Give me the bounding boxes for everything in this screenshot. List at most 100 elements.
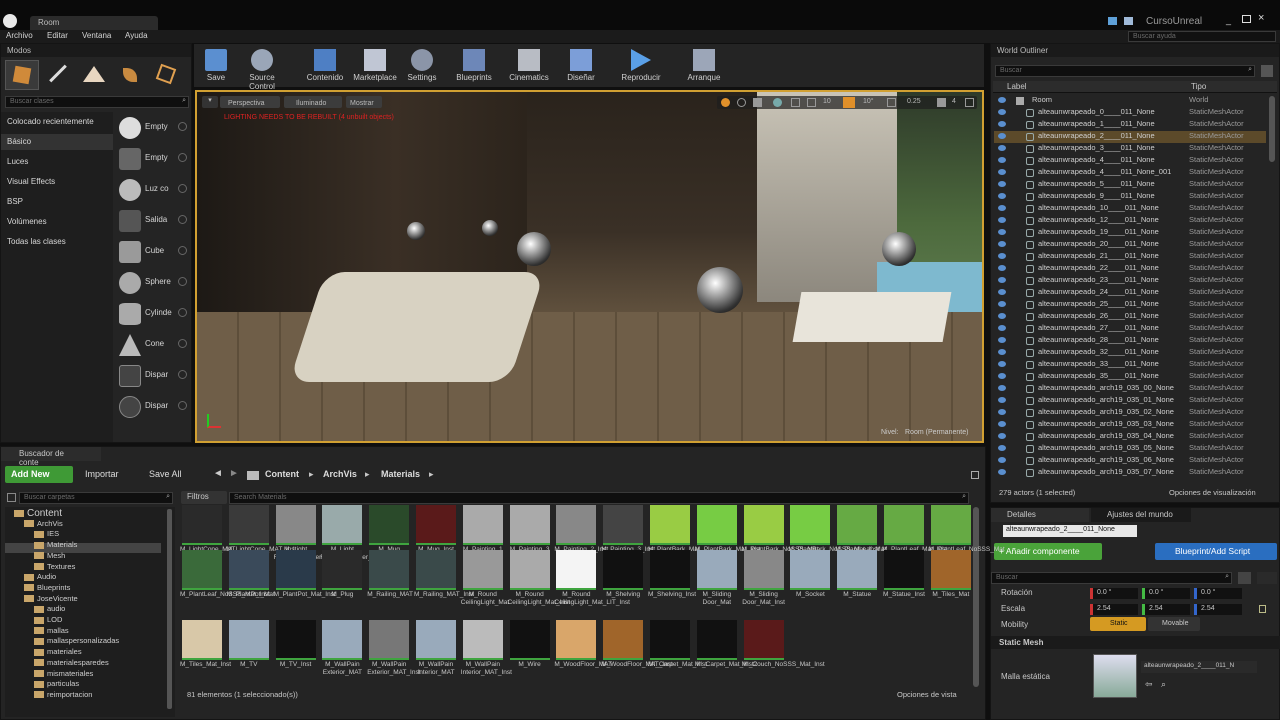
folder-item[interactable]: particulas — [34, 679, 79, 688]
maximize-viewport-icon[interactable] — [965, 98, 974, 107]
asset-tile[interactable]: M_Statue_Inst — [882, 550, 926, 599]
breadcrumb-content[interactable]: Content — [265, 469, 299, 479]
lock-scale-icon[interactable] — [1259, 605, 1266, 613]
source-control-button[interactable]: Source Control — [236, 47, 288, 91]
outliner-root-row[interactable]: Room World — [994, 95, 1266, 107]
category-basic[interactable]: Básico — [7, 137, 31, 146]
asset-tile[interactable]: M_WallPain Exterior_MAT_Inst — [367, 620, 421, 677]
play-button[interactable]: Reproducir — [618, 47, 664, 85]
visibility-eye-icon[interactable] — [998, 229, 1006, 235]
folder-icon[interactable] — [247, 471, 259, 480]
help-icon[interactable] — [178, 246, 187, 255]
outliner-row[interactable]: alteaunwrapeado_24____011_None StaticMesh… — [994, 287, 1266, 299]
modes-tab[interactable]: Modos — [1, 44, 191, 57]
details-view-icon[interactable] — [1257, 572, 1277, 584]
visibility-eye-icon[interactable] — [998, 397, 1006, 403]
visibility-eye-icon[interactable] — [998, 349, 1006, 355]
scale-snap-icon[interactable] — [887, 98, 896, 107]
perspective-button[interactable]: Perspectiva — [220, 96, 280, 108]
category-volumes[interactable]: Volúmenes — [7, 217, 47, 226]
folder-search-input[interactable]: Buscar carpetas ⌕ — [19, 492, 173, 504]
outliner-view-options[interactable]: Opciones de visualización — [1169, 488, 1256, 497]
visibility-eye-icon[interactable] — [998, 97, 1006, 103]
visibility-eye-icon[interactable] — [998, 337, 1006, 343]
asset-tile[interactable]: MI_Couch_NoSSS_Mat_Inst — [742, 620, 825, 669]
asset-search-input[interactable]: Search Materials ⌕ — [229, 492, 969, 504]
import-button[interactable]: Importar — [83, 466, 141, 483]
class-item-sphere[interactable]: Sphere — [115, 269, 191, 297]
asset-tile[interactable]: M_WallPain Exterior_MAT — [320, 620, 364, 677]
settings-button[interactable]: Settings — [399, 47, 445, 85]
visibility-eye-icon[interactable] — [998, 409, 1006, 415]
asset-tile[interactable]: M_Socket — [788, 550, 832, 599]
outliner-row[interactable]: alteaunwrapeado_3____011_None StaticMeshA… — [994, 143, 1266, 155]
asset-tile[interactable]: M_Mug — [367, 505, 411, 554]
scale-icon[interactable] — [753, 98, 762, 107]
visibility-eye-icon[interactable] — [998, 469, 1006, 475]
asset-tile[interactable]: M_Tiles_Mat — [929, 550, 973, 599]
use-selected-arrow-icon[interactable]: ⇦ — [1145, 679, 1153, 690]
scale-z-field[interactable]: 2.54 — [1194, 604, 1242, 615]
asset-tile[interactable]: M_PlantBark_Mat_Inst — [695, 505, 761, 554]
history-back-icon[interactable]: ◄ — [213, 468, 223, 479]
asset-tile[interactable]: M_Shelving_Inst — [648, 550, 696, 599]
asset-tile[interactable]: M_Railing_MAT_Inst — [414, 550, 474, 599]
category-recent[interactable]: Colocado recientemente — [7, 117, 94, 126]
asset-tile[interactable]: M_Mug_Inst — [414, 505, 458, 554]
outliner-row[interactable]: alteaunwrapeado_5____011_None StaticMeshA… — [994, 179, 1266, 191]
outliner-search-input[interactable]: Buscar ⌕ — [995, 65, 1255, 77]
visibility-eye-icon[interactable] — [998, 289, 1006, 295]
maximize-button[interactable] — [1242, 15, 1251, 23]
outliner-row[interactable]: alteaunwrapeado_arch19_035_01_None Static… — [994, 395, 1266, 407]
breadcrumb-materials[interactable]: Materials — [381, 469, 420, 479]
visibility-eye-icon[interactable] — [998, 421, 1006, 427]
asset-tile[interactable]: M_Painting_3_Inst — [601, 505, 655, 554]
world-settings-tab[interactable]: Ajustes del mundo — [1091, 508, 1191, 522]
visibility-eye-icon[interactable] — [998, 241, 1006, 247]
class-item-cylinder[interactable]: Cylinde — [115, 300, 191, 328]
help-icon[interactable] — [178, 215, 187, 224]
minimize-button[interactable]: _ — [1226, 15, 1236, 25]
visibility-eye-icon[interactable] — [998, 109, 1006, 115]
outliner-row[interactable]: alteaunwrapeado_4____011_None StaticMeshA… — [994, 155, 1266, 167]
class-item-box-trigger[interactable]: Dispar — [115, 362, 191, 390]
lit-button[interactable]: Iluminado — [284, 96, 342, 108]
asset-tile[interactable]: M_Round CeilingLight_Mat — [461, 550, 509, 607]
visibility-eye-icon[interactable] — [998, 385, 1006, 391]
outliner-row[interactable]: alteaunwrapeado_arch19_035_05_None Static… — [994, 443, 1266, 455]
save-all-button[interactable]: Save All — [147, 466, 205, 483]
help-icon[interactable] — [178, 401, 187, 410]
visibility-eye-icon[interactable] — [998, 373, 1006, 379]
asset-tile[interactable]: M_WoodFloor_MAT_Inst — [601, 620, 673, 669]
outliner-row[interactable]: alteaunwrapeado_32____011_None StaticMesh… — [994, 347, 1266, 359]
class-item-empty-actor[interactable]: Empty — [115, 114, 191, 142]
outliner-row[interactable]: alteaunwrapeado_arch19_035_06_None Static… — [994, 455, 1266, 467]
actor-name-field[interactable]: alteaunwrapeado_2____011_None — [1003, 525, 1137, 537]
mode-foliage-icon[interactable] — [113, 60, 147, 90]
asset-tile[interactable]: M_PlantLeaf_Mat — [835, 505, 886, 554]
visibility-eye-icon[interactable] — [998, 457, 1006, 463]
help-icon[interactable] — [178, 308, 187, 317]
visibility-eye-icon[interactable] — [998, 181, 1006, 187]
static-mesh-thumbnail[interactable] — [1093, 654, 1137, 698]
visibility-eye-icon[interactable] — [998, 133, 1006, 139]
asset-tile[interactable]: MI_Carpet_Mat_Inst2 — [695, 620, 757, 669]
visibility-eye-icon[interactable] — [998, 193, 1006, 199]
asset-tile[interactable]: M_Round CeilingLight_Mat_LIT_Inst — [554, 550, 630, 607]
class-item-sphere-trigger[interactable]: Dispar — [115, 393, 191, 421]
history-forward-icon[interactable]: ► — [229, 468, 239, 479]
help-icon[interactable] — [178, 153, 187, 162]
camera-speed-value[interactable]: 4 — [952, 98, 956, 105]
asset-tile[interactable]: M_PlantBark_NoSSS_Mat — [742, 505, 818, 554]
folder-item[interactable]: mallaspersonalizadas — [34, 636, 119, 645]
folder-item[interactable]: Blueprints — [24, 583, 70, 592]
folder-item[interactable]: audio — [34, 604, 65, 613]
help-icon[interactable] — [178, 122, 187, 131]
asset-tile[interactable]: M_LightCone_MAT_Inst — [227, 505, 296, 554]
rotation-z-field[interactable]: 0.0 ° — [1194, 588, 1242, 599]
rotation-x-field[interactable]: 0.0 ° — [1090, 588, 1138, 599]
viewport-options-button[interactable]: ▾ — [202, 96, 218, 108]
rotation-y-field[interactable]: 0.0 ° — [1142, 588, 1190, 599]
asset-view-options[interactable]: Opciones de vista — [897, 690, 957, 699]
mobility-movable-button[interactable]: Movable — [1148, 617, 1200, 631]
